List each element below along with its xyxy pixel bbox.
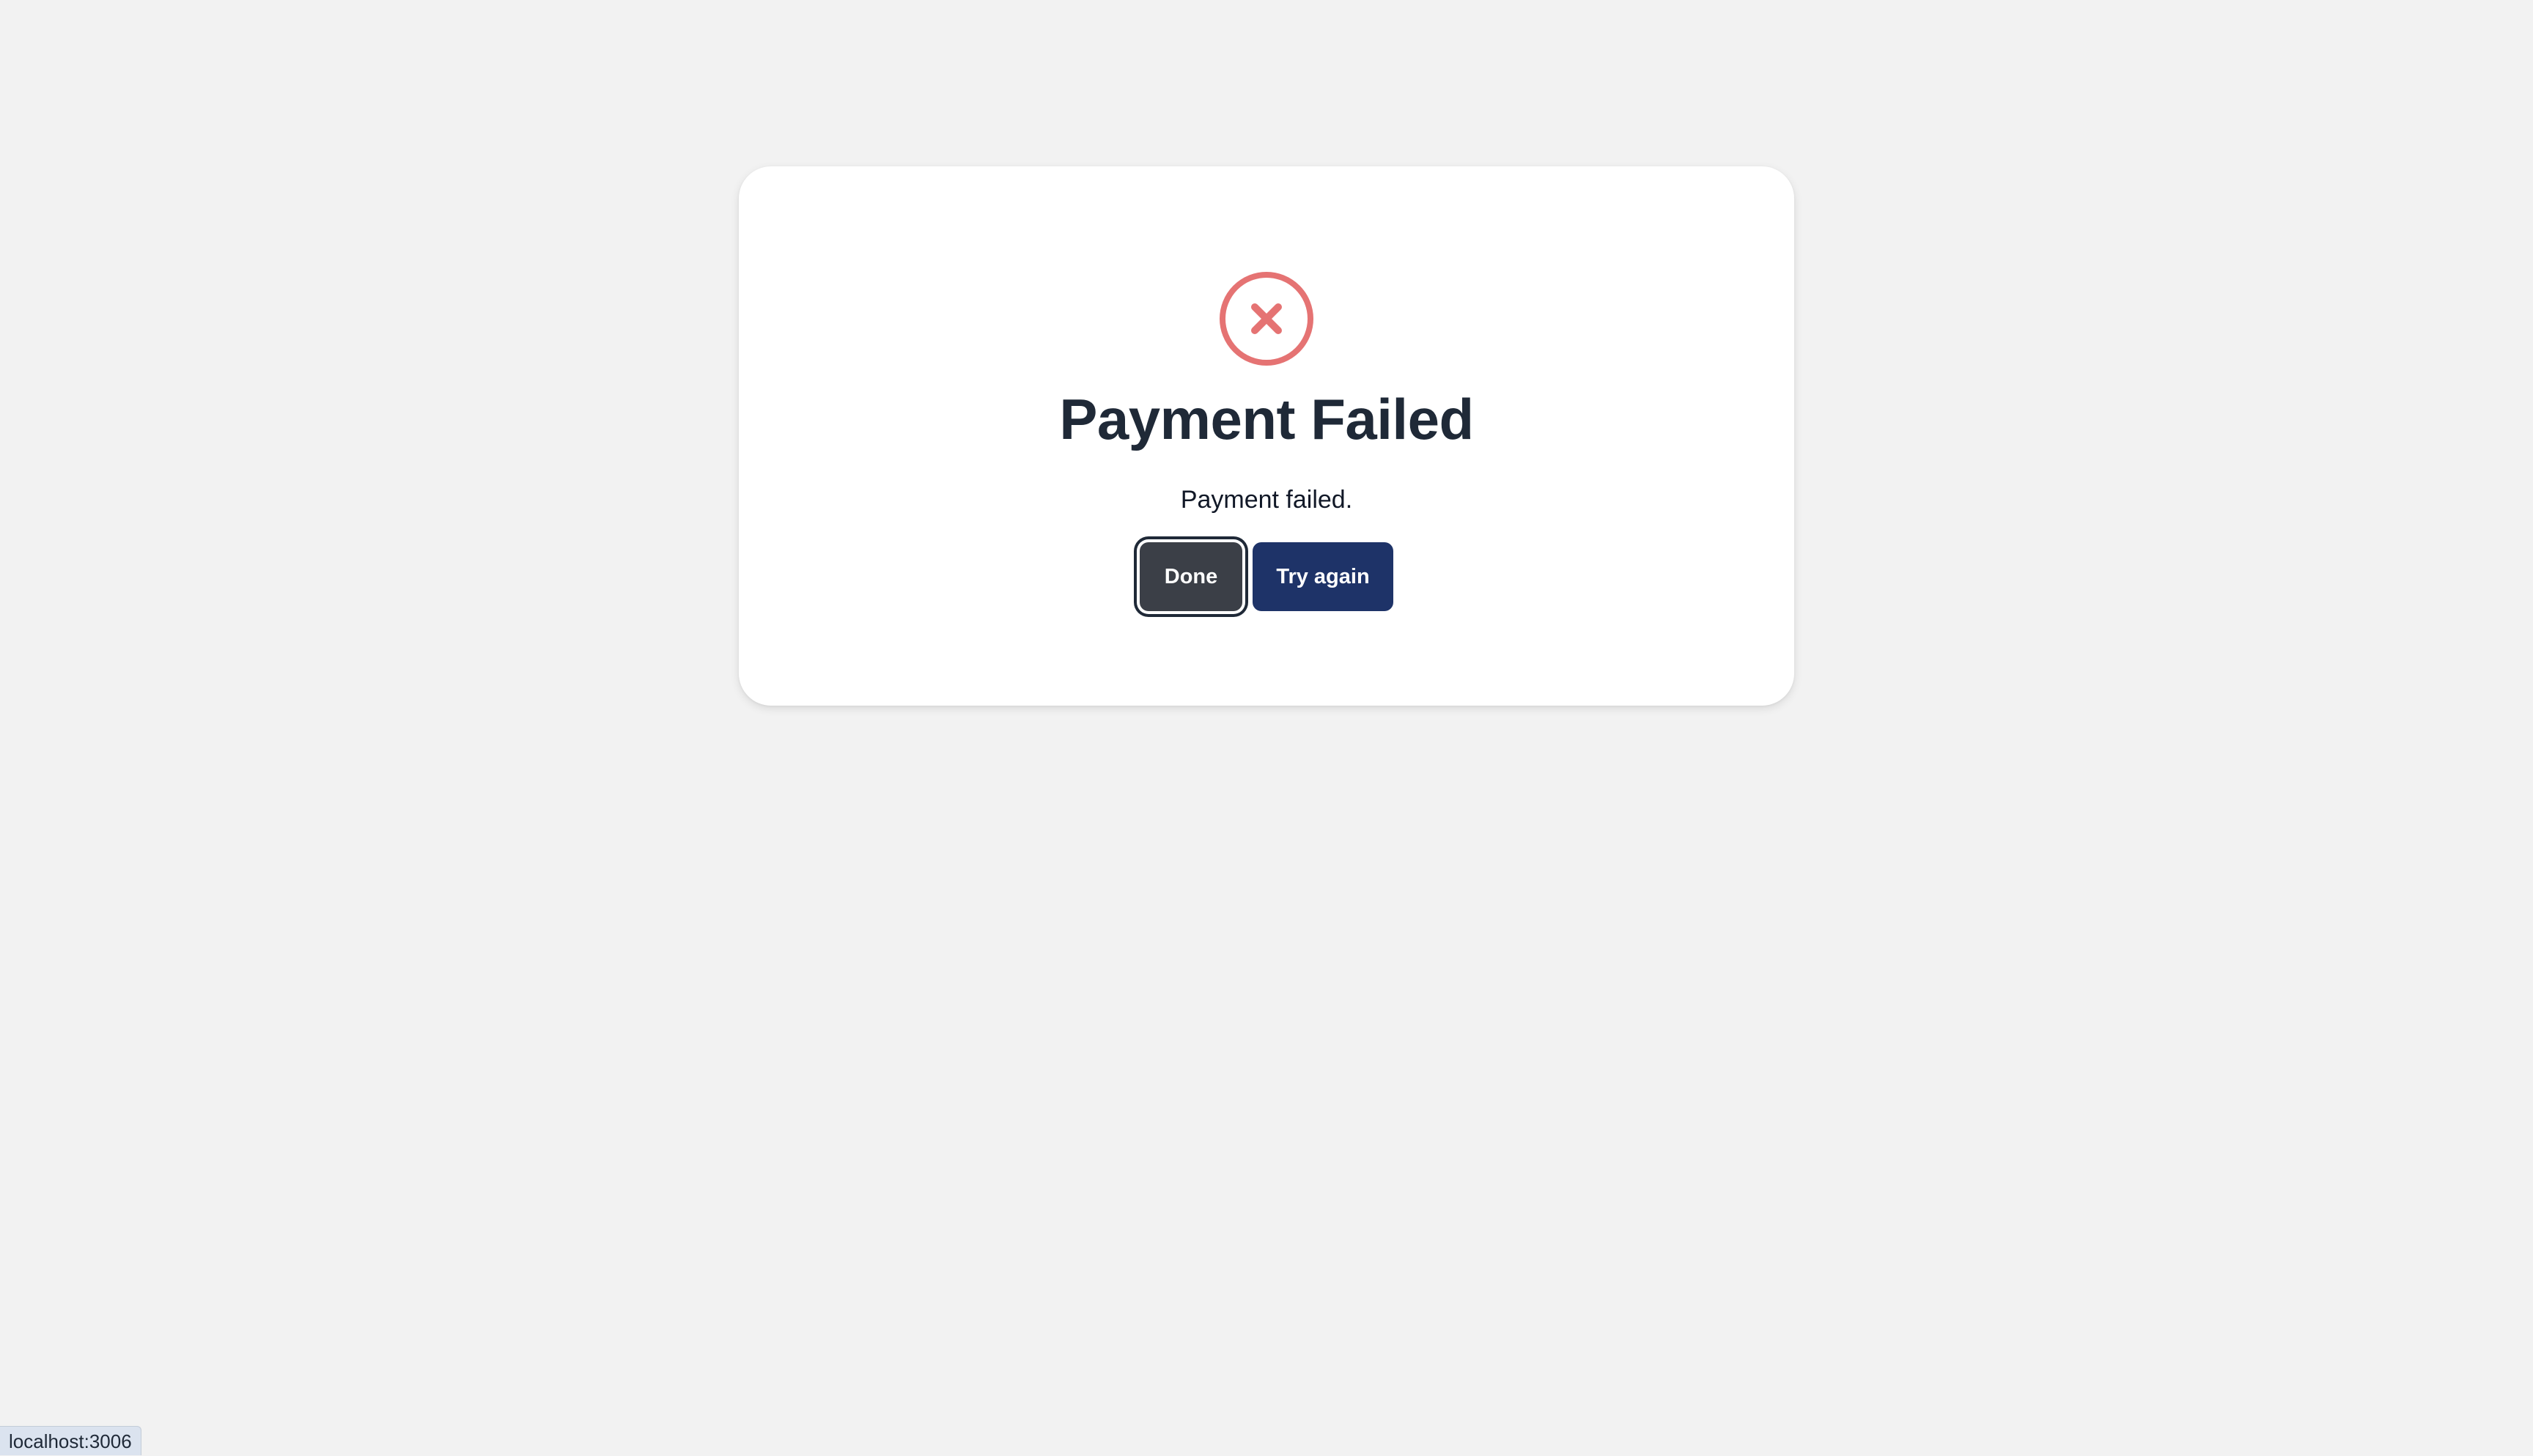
try-again-button[interactable]: Try again bbox=[1253, 542, 1393, 611]
dialog-actions: Done Try again bbox=[739, 542, 1794, 611]
error-x-icon bbox=[1219, 271, 1314, 366]
status-bar-url: localhost:3006 bbox=[0, 1426, 141, 1455]
payment-failed-card: Payment Failed Payment failed. Done Try … bbox=[739, 166, 1794, 706]
done-button[interactable]: Done bbox=[1140, 542, 1242, 611]
error-message: Payment failed. bbox=[1180, 486, 1353, 514]
page-title: Payment Failed bbox=[1059, 387, 1474, 451]
